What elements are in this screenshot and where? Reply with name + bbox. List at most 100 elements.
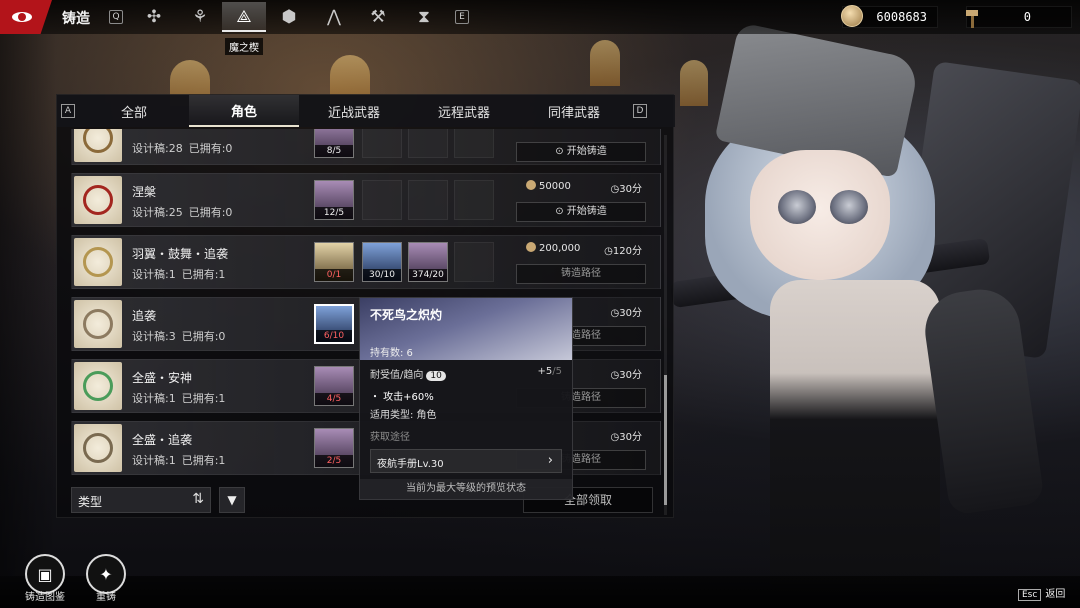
mod-icon xyxy=(74,424,122,472)
source-link[interactable]: 夜航手册Lv.30 › xyxy=(370,449,562,473)
tab-cube[interactable]: ⬢ xyxy=(267,2,311,32)
left-shade xyxy=(0,34,56,576)
esc-key: Esc xyxy=(1018,589,1042,601)
tab-hourglass[interactable]: ⧗ xyxy=(402,2,446,32)
category-ranged[interactable]: 远程武器 xyxy=(409,95,519,127)
tooltip-applies: 适用类型: 角色 xyxy=(370,410,437,421)
start-forge-button[interactable]: ⊙ 开始铸造 xyxy=(516,202,646,222)
material-slot[interactable]: 374/20 xyxy=(408,242,448,282)
coin-icon xyxy=(526,180,536,190)
material-slot-empty xyxy=(454,180,494,220)
filter-icon: ▼ xyxy=(227,493,237,507)
item-meta: 设计稿:1 已拥有:1 xyxy=(132,268,226,281)
compass-icon: ⋀ xyxy=(327,7,341,27)
category-melee[interactable]: 近战武器 xyxy=(299,95,409,127)
chevron-right-icon: › xyxy=(547,453,553,468)
key-hint-e: E xyxy=(455,10,469,24)
item-meta: 设计稿:25 已拥有:0 xyxy=(132,206,233,219)
material-slot-selected[interactable]: 6/10 xyxy=(314,304,354,344)
character-face xyxy=(750,150,890,280)
character-eye xyxy=(830,190,868,224)
forge-time: ◷30分 xyxy=(610,370,642,381)
type-label: 类型 xyxy=(78,495,103,509)
item-name: 全盛・安神 xyxy=(132,371,193,385)
hammer-cross-icon: ⚒ xyxy=(370,7,386,27)
item-name: 追袭 xyxy=(132,309,157,323)
hammer-amount: 0 xyxy=(1023,10,1031,24)
tab-compass[interactable]: ⋀ xyxy=(312,2,356,32)
tab-hammer-cross[interactable]: ⚒ xyxy=(356,2,400,32)
bottom-bar xyxy=(0,576,1080,608)
category-tabs: A 全部 角色 近战武器 远程武器 同律武器 D xyxy=(57,95,675,127)
shuriken-icon: ✣ xyxy=(146,7,162,27)
tolerance-line: 耐受值/趋向 10 +5/5 xyxy=(370,366,562,381)
category-character[interactable]: 角色 xyxy=(189,95,299,127)
hourglass-icon: ⧗ xyxy=(418,7,430,27)
category-synchro[interactable]: 同律武器 xyxy=(519,95,629,127)
mod-icon xyxy=(74,300,122,348)
material-count: 374/20 xyxy=(409,269,447,281)
currency-coin: 6008683 xyxy=(841,5,938,28)
category-all[interactable]: 全部 xyxy=(79,95,189,127)
page-title: 铸造 xyxy=(62,11,90,27)
forge-time: ◷120分 xyxy=(604,246,642,257)
key-hint-a: A xyxy=(57,95,79,127)
list-scrollbar[interactable] xyxy=(664,135,667,515)
filter-button[interactable]: ▼ xyxy=(219,487,245,513)
item-name: 全盛・追袭 xyxy=(132,433,193,447)
mod-icon xyxy=(74,238,122,286)
item-meta: 设计稿:1 已拥有:1 xyxy=(132,454,226,467)
material-slot-empty xyxy=(454,242,494,282)
coin-amount: 6008683 xyxy=(876,10,927,24)
material-slot[interactable]: 0/1 xyxy=(314,242,354,282)
trident-icon: ⚘ xyxy=(192,7,208,27)
forge-time: ◷30分 xyxy=(610,432,642,443)
game-logo[interactable] xyxy=(0,0,52,34)
material-slot[interactable]: 12/5 xyxy=(314,180,354,220)
forge-time: ◷30分 xyxy=(610,184,642,195)
tab-demon-wedge[interactable]: ⟁ xyxy=(222,2,266,32)
triangle-knot-icon: ⟁ xyxy=(236,7,252,27)
forge-cost: 200,000 xyxy=(526,242,580,254)
star-icon: ✦ xyxy=(99,564,113,584)
forge-catalog-label: 铸造图鉴 xyxy=(25,592,65,603)
type-sort-dropdown[interactable]: 类型 ⇅ xyxy=(71,487,211,513)
material-slot-empty xyxy=(408,180,448,220)
tooltip-title: 不死鸟之炽灼 xyxy=(370,308,443,322)
item-name: 羽翼・鼓舞・追袭 xyxy=(132,247,229,261)
material-count: 8/5 xyxy=(315,145,353,157)
scrollbar-thumb[interactable] xyxy=(664,375,667,505)
back-button[interactable]: Esc 返回 xyxy=(1018,585,1065,601)
cube-icon: ⬢ xyxy=(281,7,297,27)
forge-path-button[interactable]: 铸造路径 xyxy=(516,264,646,284)
item-meta: 设计稿:3 已拥有:0 xyxy=(132,330,226,343)
list-item[interactable]: 涅槃 设计稿:25 已拥有:0 12/5 50000 ◷30分 ⊙ 开始铸造 xyxy=(71,173,661,227)
material-slot[interactable]: 30/10 xyxy=(362,242,402,282)
forge-cost: 50000 xyxy=(526,180,571,192)
tab-trident[interactable]: ⚘ xyxy=(178,2,222,32)
item-name: 涅槃 xyxy=(132,185,157,199)
start-forge-button[interactable]: ⊙ 开始铸造 xyxy=(516,142,646,162)
material-count: 4/5 xyxy=(315,393,353,405)
material-slot[interactable]: 4/5 xyxy=(314,366,354,406)
item-meta: 设计稿:28 已拥有:0 xyxy=(132,142,233,155)
coin-icon xyxy=(526,242,536,252)
source-text: 夜航手册Lv.30 xyxy=(377,459,444,470)
forge-action: 50000 ◷30分 ⊙ 开始铸造 xyxy=(516,178,646,222)
tab-tooltip: 魔之楔 xyxy=(225,38,263,55)
tab-shuriken[interactable]: ✣ xyxy=(132,2,176,32)
mod-icon xyxy=(74,362,122,410)
mod-icon xyxy=(74,176,122,224)
material-count: 0/1 xyxy=(315,269,353,281)
tooltip-source-label: 获取途径 xyxy=(370,432,410,443)
character-eye xyxy=(778,190,816,224)
item-meta: 设计稿:1 已拥有:1 xyxy=(132,392,226,405)
material-slot[interactable]: 2/5 xyxy=(314,428,354,468)
tooltip-owned: 持有数: 6 xyxy=(370,348,413,359)
list-item[interactable]: 羽翼・鼓舞・追袭 设计稿:1 已拥有:1 0/1 30/10 374/20 200… xyxy=(71,235,661,289)
sort-icon[interactable]: ⇅ xyxy=(192,491,204,507)
material-count: 12/5 xyxy=(315,207,353,219)
forge-time: ◷30分 xyxy=(610,308,642,319)
character-body xyxy=(770,280,940,590)
forge-action: 200,000 ◷120分 铸造路径 xyxy=(516,240,646,284)
